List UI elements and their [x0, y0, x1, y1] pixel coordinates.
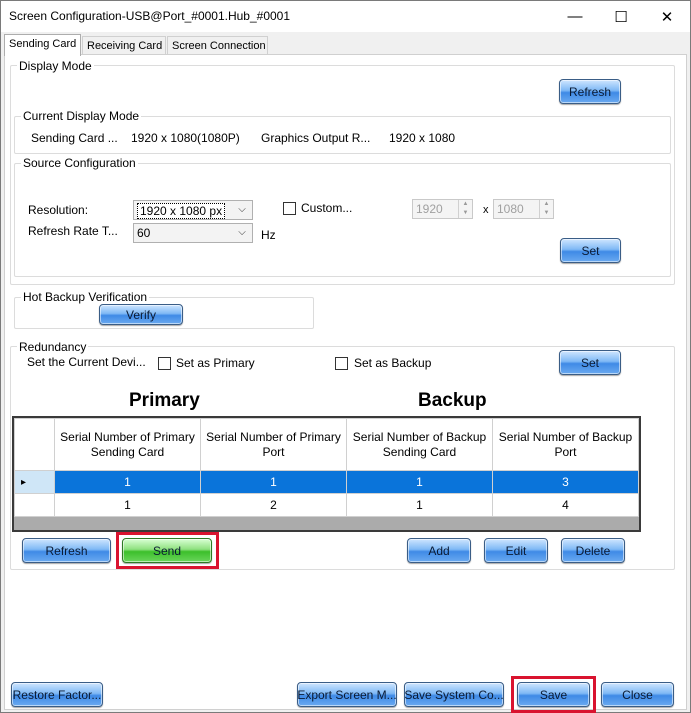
tab-receiving-card[interactable]: Receiving Card: [82, 36, 166, 55]
column-header[interactable]: Serial Number of Backup Sending Card: [346, 418, 493, 471]
row-header-corner: [14, 418, 55, 471]
refresh-rate-value: 60: [137, 226, 151, 240]
chevron-down-icon: ⌵: [238, 227, 246, 238]
maximize-button[interactable]: ☐: [598, 1, 644, 32]
graphics-output-value: 1920 x 1080: [389, 131, 456, 145]
button-label: Close: [622, 687, 653, 702]
redundancy-set-button[interactable]: Set: [559, 350, 621, 375]
resolution-label: Resolution:: [28, 203, 89, 217]
row-selector-icon[interactable]: ▸: [14, 470, 55, 494]
button-label: Save: [539, 687, 568, 702]
custom-height-input[interactable]: 1080 ▲ ▼: [493, 199, 554, 219]
edit-button[interactable]: Edit: [484, 538, 548, 563]
close-button[interactable]: Close: [601, 682, 674, 707]
resolution-select[interactable]: 1920 x 1080 px ⌵: [133, 200, 253, 220]
redundancy-label: Redundancy: [17, 340, 89, 354]
set-as-backup-checkbox[interactable]: [335, 357, 348, 370]
table-cell[interactable]: 3: [492, 470, 639, 494]
redundancy-grid: Serial Number of Primary Sending Card Se…: [14, 418, 639, 517]
table-cell[interactable]: 4: [492, 493, 639, 517]
set-current-device-label: Set the Current Devi...: [27, 355, 146, 369]
button-label: Save System Co...: [404, 687, 504, 702]
button-label: Edit: [505, 543, 527, 558]
button-label: Verify: [125, 307, 156, 322]
sending-card-label: Sending Card ...: [31, 131, 118, 145]
set-as-primary-label: Set as Primary: [176, 356, 255, 370]
tab-label: Receiving Card: [87, 40, 163, 52]
window-title: Screen Configuration-USB@Port_#0001.Hub_…: [9, 9, 291, 23]
current-display-mode-label: Current Display Mode: [21, 109, 142, 123]
delete-button[interactable]: Delete: [561, 538, 625, 563]
custom-width-value: 1920: [416, 202, 443, 216]
primary-heading: Primary: [129, 390, 200, 411]
hz-label: Hz: [261, 228, 276, 242]
tab-label: Sending Card: [9, 38, 77, 50]
tab-screen-connection[interactable]: Screen Connection: [167, 36, 268, 55]
title-bar: Screen Configuration-USB@Port_#0001.Hub_…: [1, 1, 690, 32]
redundancy-table: Serial Number of Primary Sending Card Se…: [12, 416, 641, 532]
column-header[interactable]: Serial Number of Primary Sending Card: [54, 418, 201, 471]
refresh-rate-select[interactable]: 60 ⌵: [133, 223, 253, 243]
table-header-row: Serial Number of Primary Sending Card Se…: [14, 418, 639, 471]
column-header[interactable]: Serial Number of Backup Port: [492, 418, 639, 471]
button-label: Restore Factor...: [12, 687, 102, 702]
custom-checkbox[interactable]: [283, 202, 296, 215]
redundancy-refresh-button[interactable]: Refresh: [22, 538, 111, 563]
screen-configuration-window: Screen Configuration-USB@Port_#0001.Hub_…: [0, 0, 691, 713]
custom-label: Custom...: [301, 201, 353, 215]
close-window-button[interactable]: ✕: [644, 1, 690, 32]
button-label: Export Screen M...: [297, 687, 397, 702]
spin-arrows-icon: ▲ ▼: [539, 200, 553, 218]
set-as-backup-label: Set as Backup: [354, 356, 432, 370]
table-row[interactable]: 1 2 1 4: [14, 493, 639, 517]
button-label: Refresh: [45, 543, 88, 558]
add-button[interactable]: Add: [407, 538, 471, 563]
button-label: Delete: [575, 543, 611, 558]
table-cell[interactable]: 1: [200, 470, 347, 494]
set-as-primary-checkbox[interactable]: [158, 357, 171, 370]
sending-card-value: 1920 x 1080(1080P): [131, 131, 240, 145]
chevron-down-icon: ⌵: [238, 204, 246, 215]
graphics-output-label: Graphics Output R...: [261, 131, 371, 145]
table-row[interactable]: ▸ 1 1 1 3: [14, 470, 639, 494]
display-mode-refresh-button[interactable]: Refresh: [559, 79, 621, 104]
custom-width-input[interactable]: 1920 ▲ ▼: [412, 199, 473, 219]
tab-label: Screen Connection: [172, 40, 266, 52]
table-cell[interactable]: 2: [200, 493, 347, 517]
row-selector[interactable]: [14, 493, 55, 517]
resolution-value: 1920 x 1080 px: [137, 203, 226, 219]
source-configuration-label: Source Configuration: [21, 156, 138, 170]
table-cell[interactable]: 1: [346, 493, 493, 517]
send-button[interactable]: Send: [122, 538, 212, 563]
spin-arrows-icon: ▲ ▼: [458, 200, 472, 218]
button-label: Set: [580, 355, 599, 370]
restore-factory-button[interactable]: Restore Factor...: [11, 682, 103, 707]
save-button[interactable]: Save: [517, 682, 590, 707]
button-label: Refresh: [568, 84, 612, 99]
verify-button[interactable]: Verify: [99, 304, 183, 325]
column-header[interactable]: Serial Number of Primary Port: [200, 418, 347, 471]
backup-heading: Backup: [418, 390, 487, 411]
table-cell[interactable]: 1: [54, 493, 201, 517]
button-label: Add: [428, 543, 450, 558]
maximize-icon: ☐: [614, 8, 628, 26]
display-mode-label: Display Mode: [17, 59, 94, 73]
button-label: Set: [581, 243, 600, 258]
refresh-rate-label: Refresh Rate T...: [28, 224, 118, 238]
minimize-button[interactable]: —: [552, 1, 598, 32]
button-label: Send: [152, 543, 182, 558]
tab-sending-card[interactable]: Sending Card: [4, 34, 81, 56]
dimension-separator: x: [483, 204, 489, 216]
source-config-set-button[interactable]: Set: [560, 238, 621, 263]
custom-height-value: 1080: [497, 202, 524, 216]
save-system-config-button[interactable]: Save System Co...: [404, 682, 504, 707]
minimize-icon: —: [567, 8, 583, 25]
close-icon: ✕: [660, 8, 674, 26]
hot-backup-label: Hot Backup Verification: [21, 290, 150, 304]
table-cell[interactable]: 1: [346, 470, 493, 494]
table-cell[interactable]: 1: [54, 470, 201, 494]
export-screen-button[interactable]: Export Screen M...: [297, 682, 397, 707]
